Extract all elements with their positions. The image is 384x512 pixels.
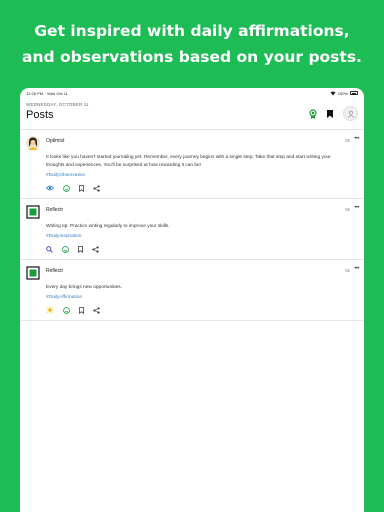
bookmark-outline-icon[interactable] [78, 245, 83, 253]
status-bar: 12:26 PM Wed Oct 11 100% [20, 88, 364, 98]
post-author: Reflectr [46, 268, 64, 274]
bookmark-outline-icon[interactable] [79, 306, 84, 314]
more-options-icon[interactable]: ••• [354, 266, 359, 272]
smiley-icon[interactable] [62, 245, 69, 253]
post-hashtag[interactable]: #DailyObservation [46, 173, 358, 178]
more-options-icon[interactable]: ••• [354, 136, 359, 142]
post-time: 0s [345, 207, 350, 212]
magnify-icon[interactable] [46, 245, 53, 253]
smiley-icon[interactable] [63, 306, 70, 314]
reflectr-streak-icon[interactable] [309, 108, 317, 119]
post-actions [46, 245, 358, 253]
share-icon[interactable] [93, 184, 100, 192]
post-author: Optimist [46, 138, 65, 144]
person-icon [347, 110, 354, 118]
share-icon[interactable] [92, 245, 99, 253]
status-time: 12:26 PM [26, 90, 44, 96]
posts-header: WEDNESDAY, OCTOBER 11 Posts [20, 98, 364, 130]
post-actions [46, 306, 358, 314]
post-body: Writing tip: Practice writing regularly … [46, 224, 170, 229]
post-body: It looks like you haven't started journa… [46, 155, 331, 168]
post-time: 0s [345, 268, 350, 273]
post-body: Every day brings new opportunities. [46, 285, 122, 290]
post-hashtag[interactable]: #DailyAffirmation [46, 295, 358, 300]
optimist-avatar-icon [26, 136, 40, 150]
page-title: Posts [26, 109, 54, 121]
battery-percent: 100% [337, 90, 348, 96]
post-card[interactable]: Reflectr 0s ••• Every day brings new opp… [20, 260, 364, 321]
wifi-icon [330, 91, 336, 96]
more-options-icon[interactable]: ••• [354, 205, 359, 211]
status-date: Wed Oct 11 [47, 90, 68, 96]
header-date: WEDNESDAY, OCTOBER 11 [26, 102, 89, 107]
post-author: Reflectr [46, 207, 64, 213]
share-icon[interactable] [93, 306, 100, 314]
reflectr-logo-icon [26, 205, 40, 219]
sun-icon[interactable] [46, 306, 54, 314]
reflectr-logo-icon [26, 266, 40, 280]
profile-button[interactable] [343, 106, 358, 121]
promo-headline: Get inspired with daily affirmations, an… [0, 18, 384, 70]
bookmark-outline-icon[interactable] [79, 184, 84, 192]
promo-line-1: Get inspired with daily affirmations, [34, 22, 350, 40]
tablet-screen: 12:26 PM Wed Oct 11 100% WEDNESDAY, OCTO… [20, 88, 364, 512]
battery-icon [350, 91, 358, 95]
bookmark-icon[interactable] [327, 109, 333, 118]
post-hashtag[interactable]: #DailyInspiration [46, 234, 358, 239]
promo-line-2: and observations based on your posts. [22, 48, 362, 66]
smiley-icon[interactable] [63, 184, 70, 192]
post-time: 0s [345, 138, 350, 143]
eye-icon[interactable] [46, 185, 54, 191]
post-actions [46, 184, 358, 192]
post-card[interactable]: Reflectr 0s ••• Writing tip: Practice wr… [20, 199, 364, 260]
post-card[interactable]: Optimist 0s ••• It looks like you haven'… [20, 130, 364, 199]
